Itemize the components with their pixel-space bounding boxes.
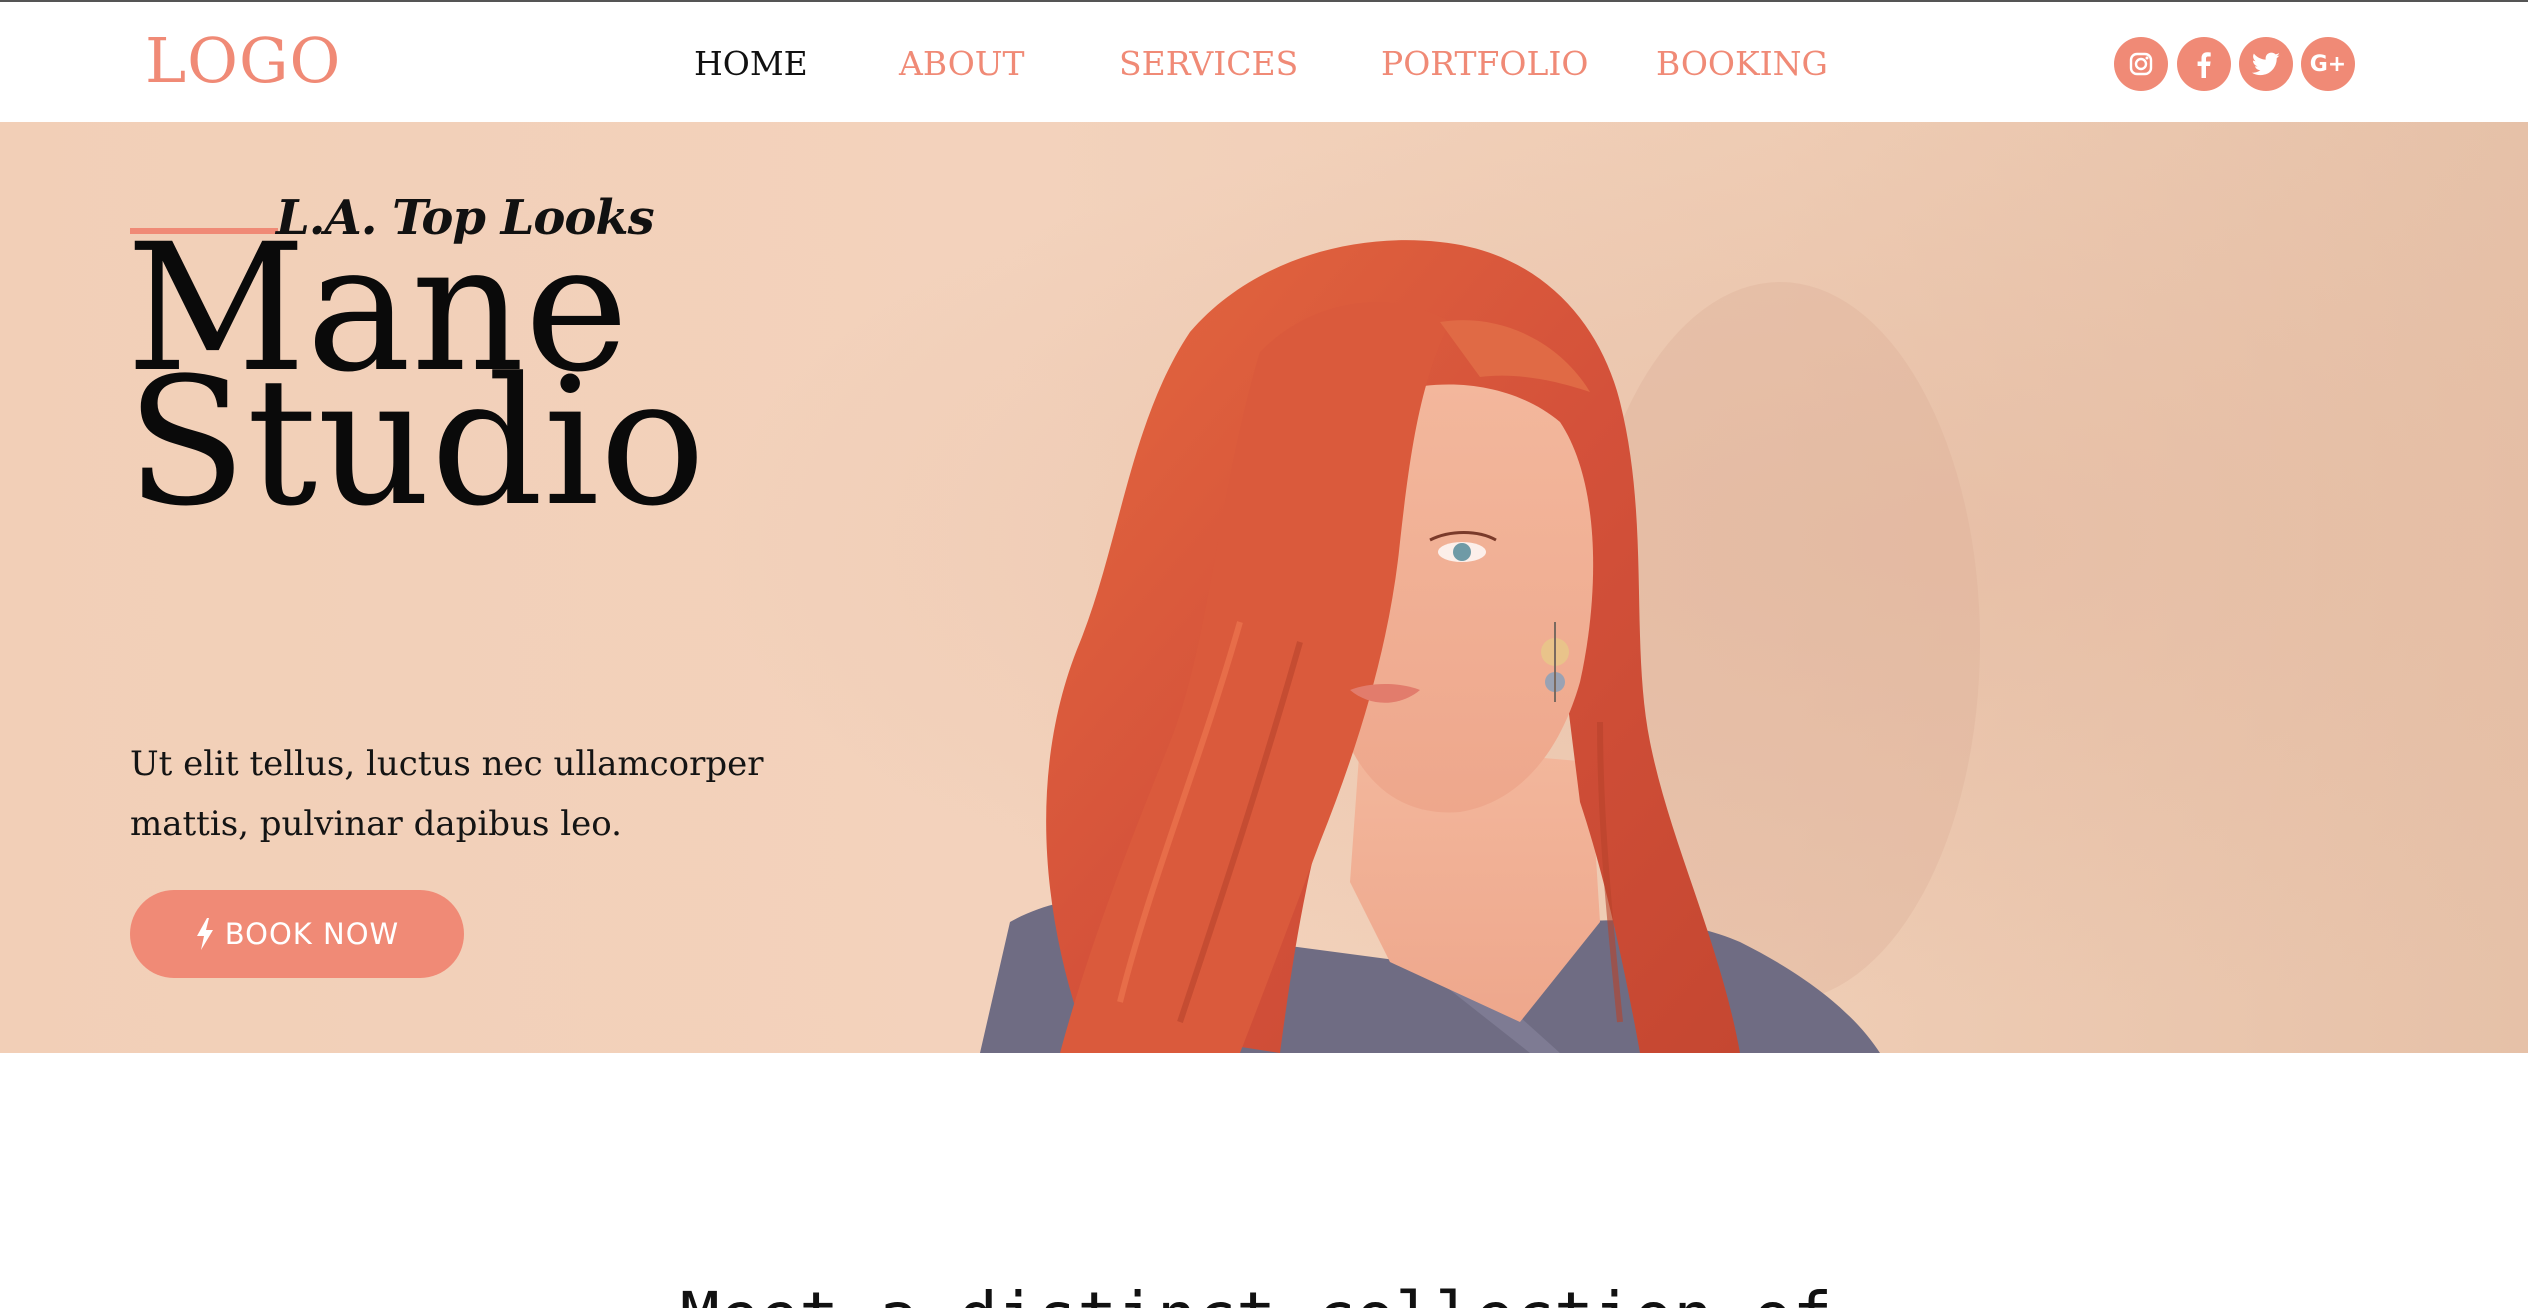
site-header: LOGO HOME ABOUT SERVICES PORTFOLIO BOOKI… (0, 2, 2528, 122)
section-heading: Meet a distinct collection of (680, 1278, 1832, 1308)
page: LOGO HOME ABOUT SERVICES PORTFOLIO BOOKI… (0, 0, 2528, 1308)
hero-section: L.A. Top Looks Mane Studio Ut elit tellu… (0, 122, 2528, 1053)
bolt-icon (196, 918, 213, 950)
hero-title-line-2: Studio (126, 340, 706, 545)
nav-booking[interactable]: BOOKING (1656, 44, 1828, 83)
hero-description: Ut elit tellus, luctus nec ullamcorper m… (130, 744, 764, 844)
nav-portfolio[interactable]: PORTFOLIO (1381, 44, 1589, 83)
nav-services[interactable]: SERVICES (1119, 44, 1298, 83)
google-plus-glyph: G+ (2309, 51, 2347, 77)
book-now-label: BOOK NOW (224, 917, 400, 951)
facebook-icon[interactable] (2177, 37, 2231, 91)
nav-about[interactable]: ABOUT (899, 44, 1025, 83)
twitter-icon[interactable] (2239, 37, 2293, 91)
book-now-button[interactable]: BOOK NOW (130, 890, 464, 978)
nav-home[interactable]: HOME (694, 44, 808, 83)
hero-title: Mane Studio (126, 221, 706, 545)
google-plus-icon[interactable]: G+ (2301, 37, 2355, 91)
instagram-icon[interactable] (2114, 37, 2168, 91)
